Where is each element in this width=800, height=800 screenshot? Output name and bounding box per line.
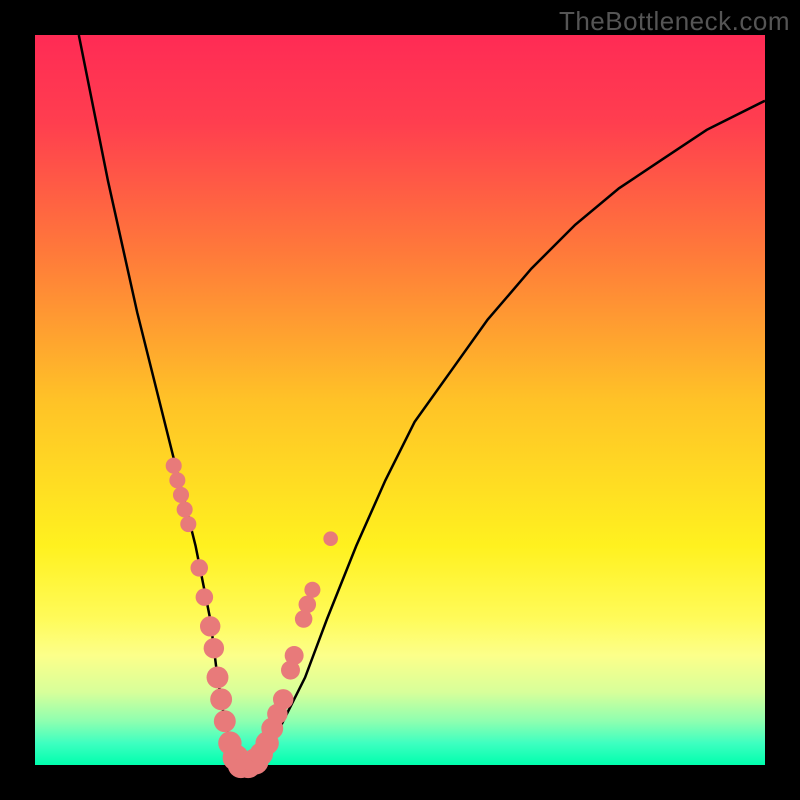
bead-marker <box>214 710 236 732</box>
chart-frame: TheBottleneck.com <box>0 0 800 800</box>
watermark-text: TheBottleneck.com <box>559 6 790 37</box>
bead-marker <box>304 582 320 598</box>
bead-marker <box>173 487 189 503</box>
bead-marker <box>200 616 220 636</box>
bead-marker <box>196 588 214 606</box>
bead-marker <box>207 666 229 688</box>
bottleneck-curve <box>79 35 765 765</box>
bead-marker <box>285 646 304 665</box>
bead-marker <box>210 688 232 710</box>
bead-marker <box>180 516 196 532</box>
bead-markers <box>166 458 338 778</box>
bead-marker <box>204 638 224 658</box>
bead-marker <box>299 596 317 614</box>
bead-marker <box>166 458 182 474</box>
bead-marker <box>323 531 338 546</box>
bead-marker <box>190 559 208 577</box>
bead-marker <box>169 472 185 488</box>
bead-marker <box>273 689 293 709</box>
bead-marker <box>295 610 313 628</box>
bead-marker <box>177 501 193 517</box>
bottleneck-chart <box>35 35 765 765</box>
